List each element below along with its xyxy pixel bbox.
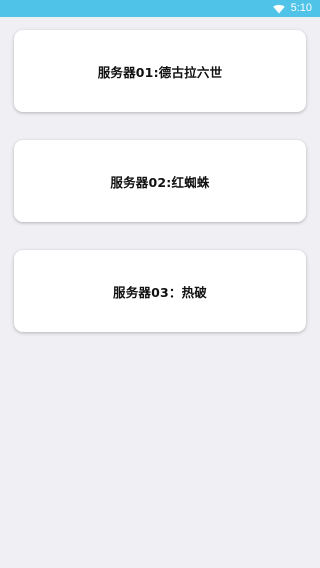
server-card-01[interactable]: 服务器01:德古拉六世 (14, 30, 306, 112)
server-card-03[interactable]: 服务器03：热破 (14, 250, 306, 332)
status-bar: 5:10 (0, 0, 320, 17)
wifi-icon (272, 4, 285, 13)
server-card-label: 服务器03：热破 (113, 284, 207, 300)
server-list: 服务器01:德古拉六世 服务器02:红蜘蛛 服务器03：热破 (0, 17, 320, 568)
server-card-02[interactable]: 服务器02:红蜘蛛 (14, 140, 306, 222)
status-icons: 5:10 (272, 0, 312, 17)
server-card-label: 服务器02:红蜘蛛 (110, 174, 210, 190)
status-time: 5:10 (290, 2, 312, 14)
server-card-label: 服务器01:德古拉六世 (97, 64, 223, 80)
